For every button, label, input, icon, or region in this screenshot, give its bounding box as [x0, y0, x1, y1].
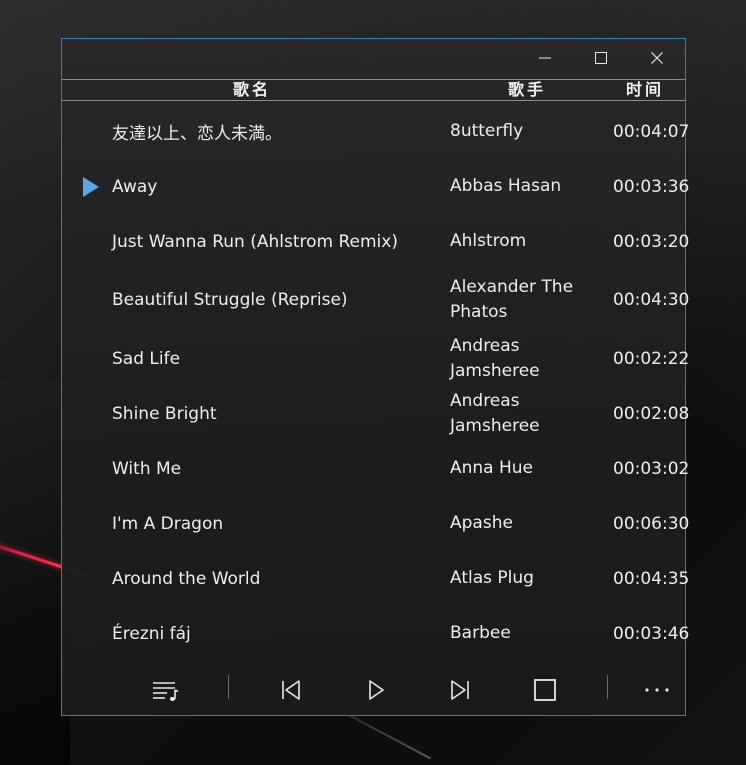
play-icon — [369, 680, 384, 700]
previous-track-button[interactable] — [269, 667, 313, 713]
toolbar-separator — [607, 675, 608, 699]
track-row[interactable]: Just Wanna Run (Ahlstrom Remix) Ahlstrom… — [62, 214, 690, 269]
track-artist: 8utterfly — [450, 121, 524, 141]
track-time: 00:03:36 — [613, 176, 690, 197]
playlist-icon — [153, 682, 179, 701]
track-name: Érezni fáj — [112, 623, 191, 644]
next-track-button[interactable] — [438, 667, 482, 713]
maximize-button[interactable] — [578, 39, 624, 77]
track-row[interactable]: Shine Bright Andreas Jamsheree 00:02:08 — [62, 386, 690, 441]
track-row[interactable]: Beautiful Struggle (Reprise) Alexander T… — [62, 269, 690, 331]
track-name: I'm A Dragon — [112, 513, 224, 534]
track-time: 00:04:35 — [613, 568, 690, 589]
track-row[interactable]: Around the World Atlas Plug 00:04:35 — [62, 551, 690, 606]
stop-icon — [534, 679, 556, 701]
track-row-playing[interactable]: Away Abbas Hasan 00:03:36 — [62, 159, 690, 214]
header-time[interactable]: 时间 — [610, 80, 680, 100]
close-button[interactable] — [634, 39, 680, 77]
track-time: 00:02:22 — [613, 348, 690, 369]
track-artist: Abbas Hasan — [450, 176, 562, 196]
player-controls — [62, 667, 685, 713]
track-time: 00:04:30 — [613, 290, 690, 310]
more-button[interactable] — [635, 667, 679, 713]
track-artist: Anna Hue — [450, 458, 534, 478]
toolbar-separator — [228, 675, 229, 699]
next-track-icon — [451, 680, 469, 700]
list-header: 歌名 歌手 时间 — [62, 79, 685, 101]
more-icon — [645, 688, 669, 692]
track-time: 00:02:08 — [613, 403, 690, 424]
track-time: 00:03:02 — [613, 458, 690, 479]
previous-track-icon — [282, 680, 300, 700]
track-time: 00:03:20 — [613, 231, 690, 252]
header-artist[interactable]: 歌手 — [482, 80, 572, 100]
track-artist: Andreas Jamsheree — [450, 335, 540, 381]
music-player-window: 歌名 歌手 时间 友達以上、恋人未満。 8utterfly 00:04:07 A… — [61, 38, 690, 716]
title-bar[interactable] — [62, 39, 685, 79]
track-name: Shine Bright — [112, 403, 217, 424]
track-time: 00:04:07 — [613, 121, 690, 142]
track-artist: Apashe — [450, 513, 513, 533]
close-icon — [651, 52, 663, 64]
track-name: Beautiful Struggle (Reprise) — [112, 290, 348, 310]
track-row[interactable]: Sad Life Andreas Jamsheree 00:02:22 — [62, 331, 690, 386]
background-facet — [0, 380, 70, 765]
track-time: 00:03:46 — [613, 623, 690, 644]
track-name: Just Wanna Run (Ahlstrom Remix) — [112, 231, 398, 252]
header-song-name[interactable]: 歌名 — [62, 80, 442, 100]
stop-button[interactable] — [523, 667, 567, 713]
track-artist: Andreas Jamsheree — [450, 390, 540, 436]
track-artist: Ahlstrom — [450, 231, 527, 251]
track-row[interactable]: Érezni fáj Barbee 00:03:46 — [62, 606, 690, 661]
play-button[interactable] — [354, 667, 398, 713]
minimize-icon — [539, 57, 551, 59]
track-artist: Barbee — [450, 623, 511, 643]
track-name: 友達以上、恋人未満。 — [112, 124, 282, 144]
track-row[interactable]: With Me Anna Hue 00:03:02 — [62, 441, 690, 496]
track-row[interactable]: 友達以上、恋人未満。 8utterfly 00:04:07 — [62, 104, 690, 159]
track-name: Away — [112, 176, 158, 197]
now-playing-icon — [83, 176, 99, 197]
track-name: Around the World — [112, 568, 261, 589]
track-row[interactable]: I'm A Dragon Apashe 00:06:30 — [62, 496, 690, 551]
track-name: With Me — [112, 458, 182, 479]
maximize-icon — [595, 52, 607, 64]
track-name: Sad Life — [112, 348, 181, 369]
track-time: 00:06:30 — [613, 513, 690, 534]
track-artist: Atlas Plug — [450, 568, 534, 588]
playlist-button[interactable] — [143, 667, 187, 713]
minimize-button[interactable] — [522, 39, 568, 77]
track-artist: Alexander The Phatos — [450, 277, 574, 322]
